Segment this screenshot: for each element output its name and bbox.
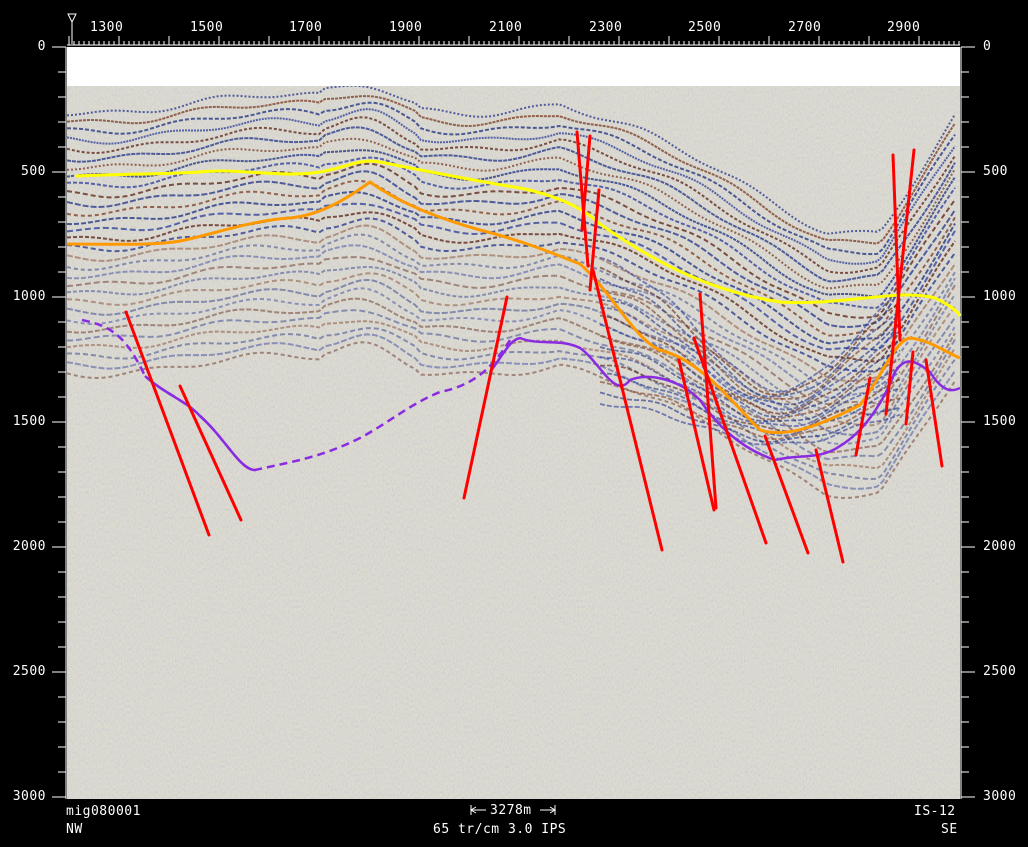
top-tick-label: 1700 xyxy=(289,20,323,35)
seismic-display: 1300 1500 1700 1900 2100 2300 2500 2700 … xyxy=(0,0,1028,843)
left-tick-label: 3000 xyxy=(12,789,46,804)
direction-right: SE xyxy=(941,822,958,837)
top-tick-label: 1900 xyxy=(389,20,423,35)
top-tick-label: 2700 xyxy=(788,20,822,35)
seismic-traces xyxy=(67,86,960,799)
left-tick-label: 0 xyxy=(37,39,46,54)
top-tick-label: 1300 xyxy=(90,20,124,35)
top-tick-label: 2100 xyxy=(489,20,523,35)
left-tick-label: 1500 xyxy=(12,414,46,429)
scale-bar-label: 3278m xyxy=(490,803,532,818)
left-tick-label: 2000 xyxy=(12,539,46,554)
right-tick-label: 500 xyxy=(983,164,1008,179)
right-tick-label: 1000 xyxy=(983,289,1017,304)
right-tick-label: 1500 xyxy=(983,414,1017,429)
left-axis xyxy=(52,46,67,799)
display-params: 65 tr/cm 3.0 IPS xyxy=(433,822,567,837)
top-tick-label: 2300 xyxy=(589,20,623,35)
top-axis xyxy=(67,36,960,46)
top-tick-label: 2500 xyxy=(688,20,722,35)
right-tick-label: 2000 xyxy=(983,539,1017,554)
line-id: mig080001 xyxy=(66,804,141,819)
right-tick-label: 2500 xyxy=(983,664,1017,679)
left-tick-label: 2500 xyxy=(12,664,46,679)
direction-left: NW xyxy=(66,822,83,837)
profile-name: IS-12 xyxy=(914,804,956,819)
right-tick-label: 3000 xyxy=(983,789,1017,804)
top-tick-label: 2900 xyxy=(887,20,921,35)
left-tick-label: 500 xyxy=(21,164,46,179)
right-tick-label: 0 xyxy=(983,39,992,54)
left-tick-label: 1000 xyxy=(12,289,46,304)
seismic-section xyxy=(52,13,975,815)
top-tick-label: 1500 xyxy=(190,20,224,35)
right-axis xyxy=(960,46,975,799)
